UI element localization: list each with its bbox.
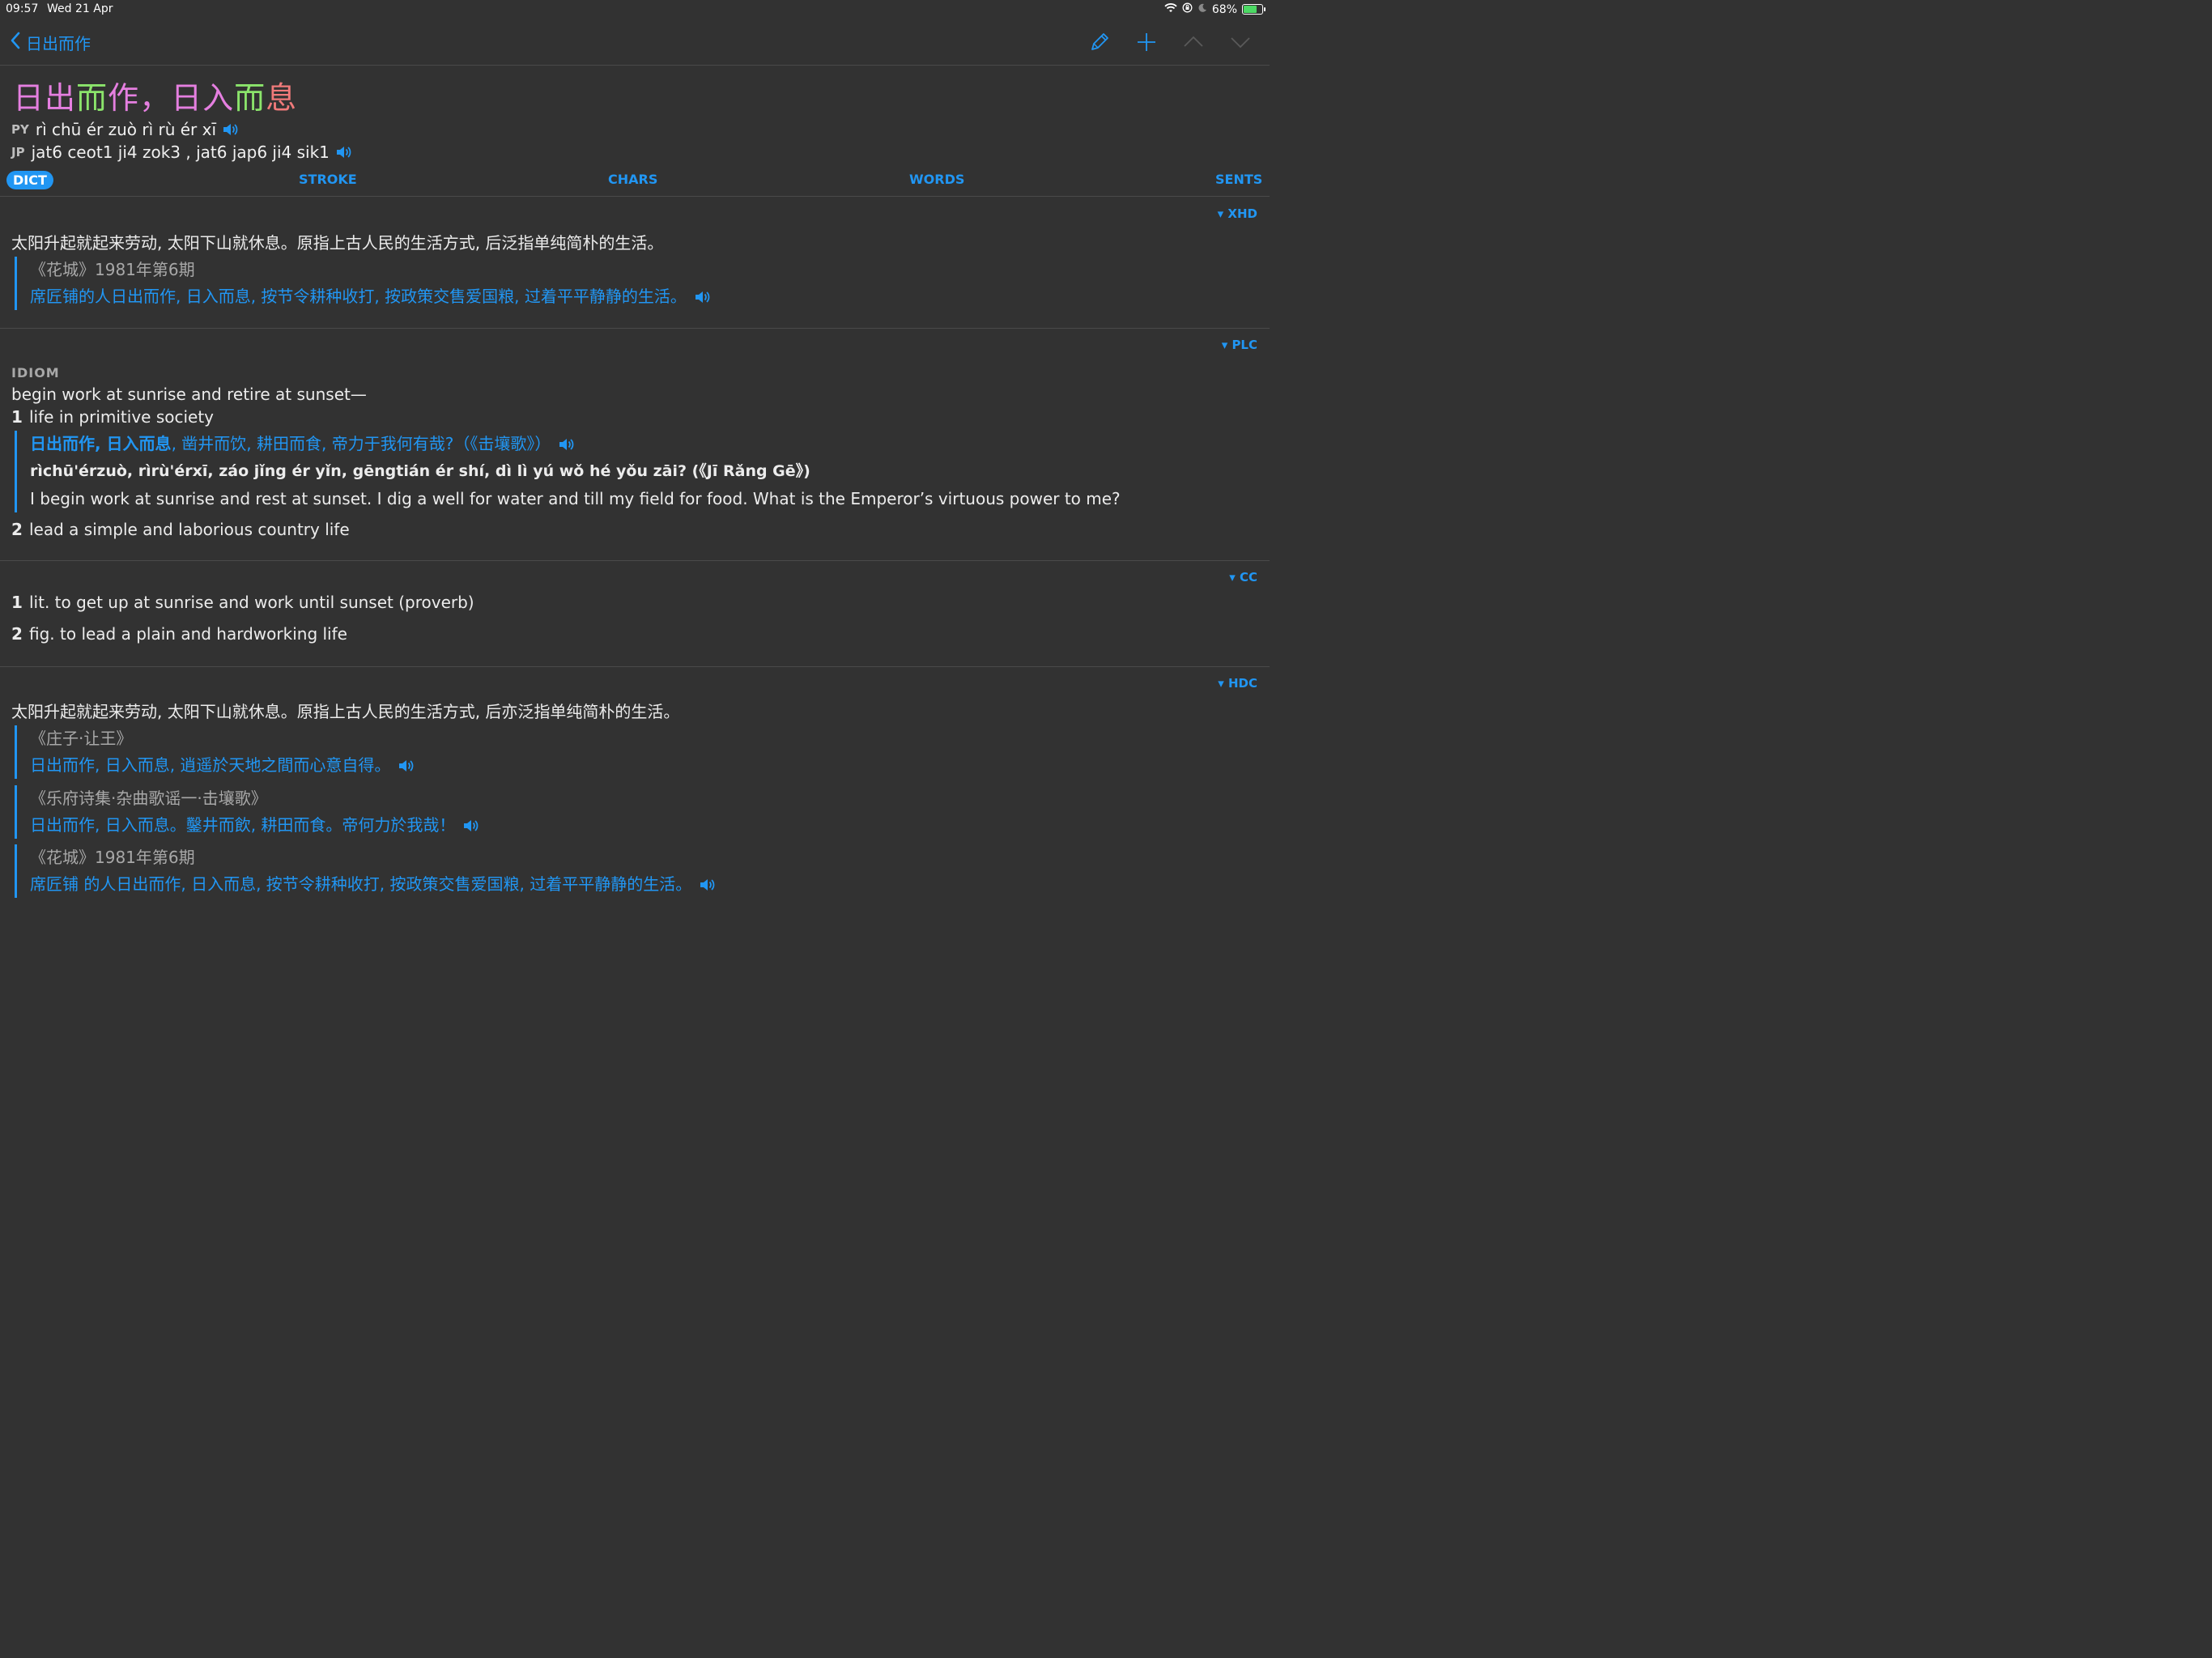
quote-source: 《乐府诗集·杂曲歌谣一·击壤歌》 [30, 789, 267, 808]
nav-bar: 日出而作 [0, 19, 1270, 66]
battery-icon [1242, 4, 1266, 15]
quote-source: 《花城》1981年第6期 [30, 260, 195, 279]
sense-text: lit. to get up at sunrise and work until… [29, 593, 474, 612]
speaker-icon[interactable] [462, 817, 479, 835]
definition: 太阳升起就起来劳动, 太阳下山就休息。原指上古人民的生活方式, 后泛指单纯简朴的… [11, 233, 664, 253]
add-icon[interactable] [1134, 29, 1159, 55]
chevron-down-icon[interactable] [1227, 29, 1253, 55]
speaker-icon[interactable] [693, 288, 711, 306]
quote-text-row: 日出而作, 日入而息。鑿井而飲, 耕田而食。帝何力於我哉！ [30, 812, 479, 839]
sense-2: 2 fig. to lead a plain and hardworking li… [11, 624, 347, 644]
status-time: 09:57 [6, 2, 39, 15]
chevron-left-icon [10, 31, 21, 54]
part-of-speech: IDIOM [11, 365, 60, 380]
tab-dict[interactable]: DICT [6, 171, 53, 189]
quote-text: 席匠铺的人日出而作, 日入而息, 按节令耕种收打, 按政策交售爱国粮, 过着平平… [30, 287, 687, 306]
battery-percent: 68% [1211, 2, 1237, 16]
section-hdc: ▾ HDC 太阳升起就起来劳动, 太阳下山就休息。原指上古人民的生活方式, 后亦… [0, 666, 1270, 933]
tab-stroke[interactable]: STROKE [299, 172, 357, 187]
headword-char[interactable]: ， [139, 80, 171, 116]
example-quote: 《花城》1981年第6期 席匠铺 的人日出而作, 日入而息, 按节令耕种收打, … [15, 844, 716, 898]
back-label: 日出而作 [26, 34, 91, 53]
quote-source: 《花城》1981年第6期 [30, 848, 195, 867]
speaker-icon[interactable] [334, 143, 352, 161]
section-cc: ▾ CC 1 lit. to get up at sunrise and work… [0, 560, 1270, 667]
gloss: begin work at sunrise and retire at suns… [11, 385, 367, 404]
definition: 太阳升起就起来劳动, 太阳下山就休息。原指上古人民的生活方式, 后亦泛指单纯简朴… [11, 702, 680, 721]
tab-chars[interactable]: CHARS [608, 172, 657, 187]
speaker-icon[interactable] [397, 757, 415, 775]
speaker-icon[interactable] [698, 876, 716, 894]
headword-char[interactable]: 息 [266, 80, 297, 116]
source-toggle-hdc[interactable]: ▾ HDC [1218, 676, 1257, 691]
headword-char[interactable]: 作 [108, 80, 139, 116]
example-quote: 《庄子·让王》 日出而作, 日入而息, 逍遥於天地之間而心意自得。 [15, 725, 415, 779]
tab-sents[interactable]: SENTS [1215, 172, 1262, 187]
example-quote: 《花城》1981年第6期 席匠铺的人日出而作, 日入而息, 按节令耕种收打, 按… [15, 257, 711, 310]
status-right: 68% [1164, 2, 1266, 16]
headword-char[interactable]: 日 [13, 80, 45, 116]
jyutping-text: jat6 ceot1 ji4 zok3 , jat6 jap6 ji4 sik1 [31, 142, 330, 162]
speaker-icon[interactable] [557, 436, 575, 453]
back-button[interactable]: 日出而作 [10, 31, 91, 54]
example-chinese: , 凿井而饮, 耕田而食, 帝力于我何有哉?（《击壤歌》） [171, 434, 551, 453]
chevron-up-icon[interactable] [1180, 29, 1206, 55]
tab-bar: DICT STROKE CHARS WORDS SENTS [0, 168, 1270, 197]
section-xhd: ▾ XHD 太阳升起就起来劳动, 太阳下山就休息。原指上古人民的生活方式, 后泛… [0, 197, 1270, 329]
sense-1: 1 lit. to get up at sunrise and work unti… [11, 593, 474, 612]
moon-icon [1197, 3, 1207, 16]
headword-char[interactable]: 日 [171, 80, 202, 116]
example-pinyin: rìchū'érzuò, rìrù'érxī, záo jǐng ér yǐn,… [30, 462, 810, 480]
pinyin-tag: PY [11, 122, 29, 137]
sense-text: lead a simple and laborious country life [29, 520, 350, 539]
quote-text: 日出而作, 日入而息, 逍遥於天地之間而心意自得。 [30, 755, 391, 775]
nav-actions [1087, 29, 1253, 55]
sense-number: 1 [11, 593, 23, 612]
sense-2: 2 lead a simple and laborious country lif… [11, 520, 350, 539]
section-plc: ▾ PLC IDIOM begin work at sunrise and re… [0, 328, 1270, 561]
sense-1: 1 life in primitive society [11, 407, 214, 427]
quote-text-row: 日出而作, 日入而息, 逍遥於天地之間而心意自得。 [30, 752, 415, 779]
example-quote: 日出而作, 日入而息, 凿井而饮, 耕田而食, 帝力于我何有哉?（《击壤歌》） … [15, 431, 1121, 512]
source-toggle-plc[interactable]: ▾ PLC [1222, 338, 1257, 352]
status-bar: 09:57 Wed 21 Apr 68% [0, 0, 1270, 19]
headword-char[interactable]: 入 [202, 80, 234, 116]
wifi-icon [1164, 2, 1177, 16]
sense-text: fig. to lead a plain and hardworking lif… [29, 624, 347, 644]
tab-words[interactable]: WORDS [909, 172, 964, 187]
jyutping-tag: JP [11, 145, 25, 159]
example-headword: 日出而作, 日入而息 [30, 434, 172, 453]
quote-source: 《庄子·让王》 [30, 729, 133, 748]
status-date: Wed 21 Apr [47, 2, 113, 15]
jyutping-row: JP jat6 ceot1 ji4 zok3 , jat6 jap6 ji4 s… [11, 142, 352, 162]
orientation-lock-icon [1182, 2, 1193, 16]
headword: 日出而作，日入而息 [13, 73, 297, 117]
sense-number: 2 [11, 624, 23, 644]
quote-text-row: 席匠铺 的人日出而作, 日入而息, 按节令耕种收打, 按政策交售爱国粮, 过着平… [30, 871, 716, 898]
pinyin-row: PY rì chū ér zuò rì rù ér xī [11, 120, 239, 139]
quote-text: 席匠铺 的人日出而作, 日入而息, 按节令耕种收打, 按政策交售爱国粮, 过着平… [30, 874, 692, 894]
headword-char[interactable]: 而 [76, 80, 108, 116]
source-toggle-xhd[interactable]: ▾ XHD [1218, 206, 1257, 221]
speaker-icon[interactable] [221, 121, 239, 138]
headword-char[interactable]: 而 [234, 80, 266, 116]
battery-fill [1244, 6, 1257, 13]
quote-text: 日出而作, 日入而息。鑿井而飲, 耕田而食。帝何力於我哉！ [30, 815, 456, 835]
example-quote: 《乐府诗集·杂曲歌谣一·击壤歌》 日出而作, 日入而息。鑿井而飲, 耕田而食。帝… [15, 785, 479, 839]
edit-pencil-icon[interactable] [1087, 29, 1112, 55]
pinyin-text: rì chū ér zuò rì rù ér xī [35, 120, 217, 139]
headword-char[interactable]: 出 [45, 80, 76, 116]
example-chinese-row: 日出而作, 日入而息, 凿井而饮, 耕田而食, 帝力于我何有哉?（《击壤歌》） [30, 431, 1121, 457]
sense-text: life in primitive society [29, 407, 215, 427]
source-toggle-cc[interactable]: ▾ CC [1229, 570, 1257, 585]
sense-number: 1 [11, 407, 23, 427]
sense-number: 2 [11, 520, 23, 539]
example-english: I begin work at sunrise and rest at suns… [30, 489, 1121, 508]
quote-text-row: 席匠铺的人日出而作, 日入而息, 按节令耕种收打, 按政策交售爱国粮, 过着平平… [30, 283, 711, 310]
